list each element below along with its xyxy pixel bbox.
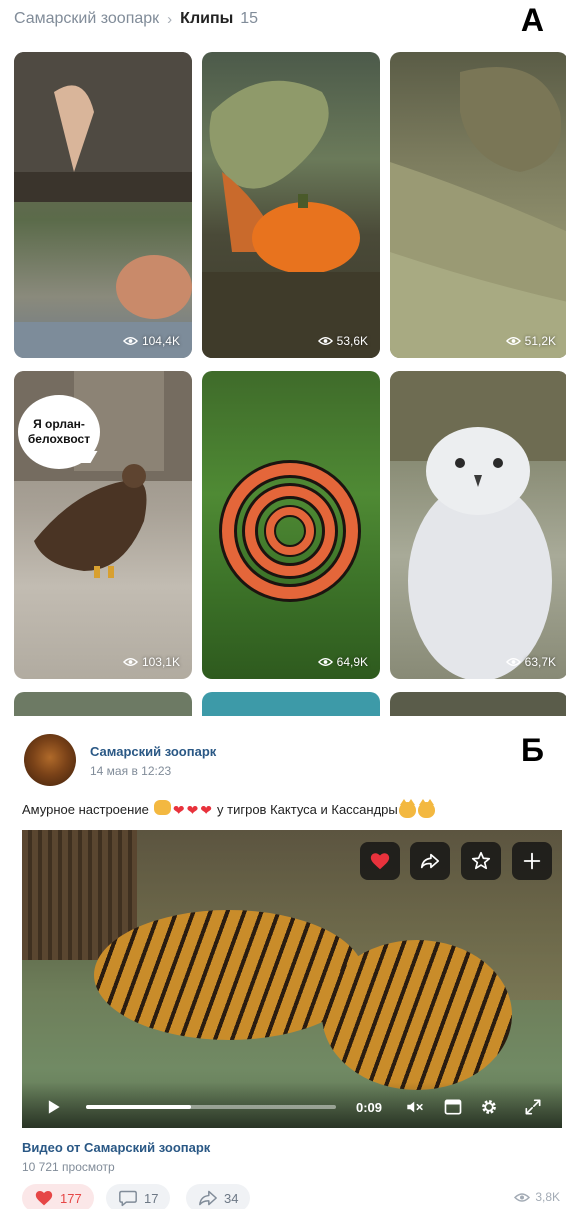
- eye-icon: [317, 337, 333, 345]
- eye-icon: [317, 658, 333, 666]
- video-like-button[interactable]: [360, 842, 400, 880]
- video-add-button[interactable]: [512, 842, 552, 880]
- clip-thumbnail-3[interactable]: 51,2K: [390, 52, 566, 358]
- clip-views: 63,7K: [505, 655, 556, 669]
- clip-3-image: [390, 67, 566, 358]
- clip-views: 104,4K: [122, 334, 180, 348]
- clips-panel: Самарский зоопарк › Клипы 15 А 104,4K 53…: [0, 0, 566, 718]
- avatar[interactable]: [24, 734, 76, 786]
- speaker-muted-icon: [407, 1101, 423, 1113]
- video-current-time: 0:09: [356, 1100, 383, 1115]
- post-panel: Б Самарский зоопарк 14 мая в 12:23 Амурн…: [0, 722, 566, 1209]
- clip-views-count: 63,7K: [524, 655, 556, 669]
- clip-views: 53,6K: [317, 334, 368, 348]
- clip-views-count: 103,1K: [141, 655, 180, 669]
- clip-views-count: 64,9K: [336, 655, 368, 669]
- video-progress-fill: [86, 1105, 191, 1109]
- plus-icon: [523, 852, 541, 870]
- video-views-count: 10 721 просмотр: [22, 1160, 115, 1174]
- eye-icon: [122, 658, 138, 666]
- picture-in-picture-icon: [444, 1099, 462, 1115]
- post-share-button[interactable]: 34: [186, 1184, 251, 1209]
- post-author-link[interactable]: Самарский зоопарк: [90, 744, 216, 759]
- clip-views-count: 53,6K: [336, 334, 368, 348]
- post-likes-count: 177: [60, 1190, 82, 1206]
- cat-emoji-icon: [398, 798, 416, 818]
- clip-1-image: [14, 52, 192, 358]
- heart-icon: [370, 853, 390, 870]
- play-icon: [48, 1100, 60, 1114]
- mute-button[interactable]: [402, 1096, 428, 1118]
- breadcrumb-group-link[interactable]: Самарский зоопарк: [14, 10, 159, 28]
- eye-icon: [122, 337, 138, 345]
- comment-icon: [119, 1190, 137, 1207]
- settings-button[interactable]: [478, 1096, 500, 1118]
- post-text-end: у тигров Кактуса и Кассандры: [217, 802, 398, 817]
- clip-thumbnail-4[interactable]: Я орлан-белохвост 103,1K: [14, 371, 192, 679]
- clip-thumbnail-9[interactable]: [390, 692, 566, 716]
- share-arrow-icon: [199, 1190, 217, 1206]
- clip-views: 64,9K: [317, 655, 368, 669]
- share-arrow-icon: [420, 853, 440, 869]
- post-views: 3,8K: [514, 1190, 560, 1204]
- heart-emoji-icon: ❤: [200, 802, 213, 818]
- heart-icon: [35, 1191, 53, 1206]
- clip-5-image: [219, 460, 361, 602]
- clip-thumbnail-5[interactable]: 64,9K: [202, 371, 380, 679]
- expand-icon: [525, 1099, 541, 1115]
- video-progress-bar[interactable]: [86, 1105, 336, 1109]
- post-date[interactable]: 14 мая в 12:23: [90, 764, 171, 778]
- heart-hands-emoji-icon: [153, 800, 171, 815]
- video-favorite-button[interactable]: [461, 842, 501, 880]
- emoji-group: ❤ ❤ ❤: [153, 800, 213, 819]
- post-text-start: Амурное настроение: [22, 802, 149, 817]
- post-comment-button[interactable]: 17: [106, 1184, 171, 1209]
- video-frame-tiger: [322, 940, 512, 1090]
- breadcrumb-separator: ›: [167, 10, 173, 28]
- breadcrumb-section-title: Клипы: [180, 10, 234, 27]
- video-player[interactable]: 0:09: [22, 830, 562, 1128]
- breadcrumb: Самарский зоопарк › Клипы 15: [14, 8, 258, 30]
- gear-icon: [482, 1100, 496, 1114]
- clip-views: 103,1K: [122, 655, 180, 669]
- play-button[interactable]: [42, 1096, 64, 1118]
- post-text: Амурное настроение ❤ ❤ ❤ у тигров Кактуса …: [22, 798, 436, 819]
- panel-letter-a: А: [520, 2, 544, 38]
- post-like-button[interactable]: 177: [22, 1184, 94, 1209]
- post-shares-count: 34: [224, 1190, 239, 1206]
- heart-emoji-icon: ❤: [186, 802, 199, 818]
- cat-emoji-icon: [417, 798, 435, 818]
- clip-2-image: [202, 80, 380, 358]
- eye-icon: [505, 337, 521, 345]
- clip-views: 51,2K: [505, 334, 556, 348]
- fullscreen-button[interactable]: [522, 1096, 544, 1118]
- eye-icon: [514, 1192, 531, 1202]
- post-views-count: 3,8K: [535, 1190, 560, 1204]
- clip-thumbnail-2[interactable]: 53,6K: [202, 52, 380, 358]
- video-share-button[interactable]: [410, 842, 450, 880]
- clip-views-count: 104,4K: [141, 334, 180, 348]
- eye-icon: [505, 658, 521, 666]
- clip-overlay-speech-bubble: Я орлан-белохвост: [18, 395, 100, 469]
- clip-views-count: 51,2K: [524, 334, 556, 348]
- clip-thumbnail-1[interactable]: 104,4K: [14, 52, 192, 358]
- star-icon: [471, 851, 491, 870]
- clip-thumbnail-8[interactable]: [202, 692, 380, 716]
- heart-emoji-icon: ❤: [172, 802, 185, 818]
- panel-letter-b: Б: [521, 732, 544, 768]
- clip-6-image: [390, 371, 566, 679]
- picture-in-picture-button[interactable]: [442, 1096, 464, 1118]
- clip-thumbnail-6[interactable]: 63,7K: [390, 371, 566, 679]
- clip-thumbnail-7[interactable]: [14, 692, 192, 716]
- video-source-link[interactable]: Видео от Самарский зоопарк: [22, 1140, 210, 1155]
- video-controls-bar: 0:09: [22, 1082, 562, 1128]
- post-comments-count: 17: [144, 1190, 159, 1206]
- clips-count: 15: [240, 10, 259, 27]
